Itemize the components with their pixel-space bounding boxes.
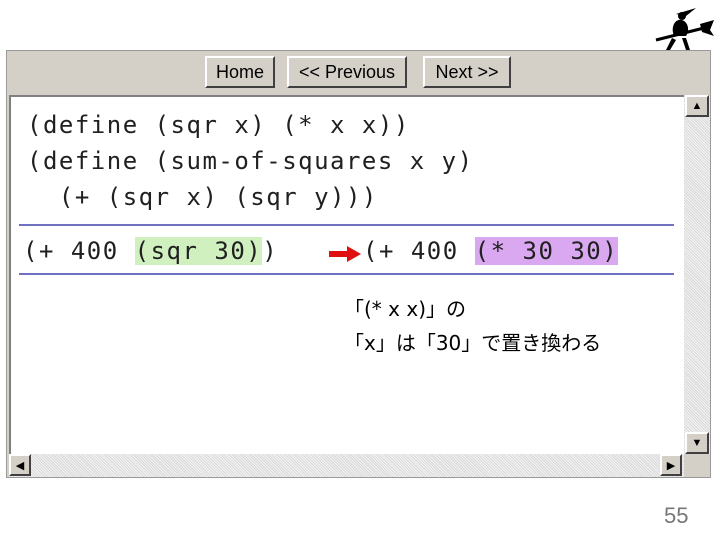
- page-number: 55: [664, 503, 689, 528]
- separator-top: [19, 224, 674, 226]
- eval-after-highlight: (* 30 30): [474, 237, 619, 265]
- scrollbar-corner: [684, 454, 710, 477]
- eval-before: (+ 400 (sqr 30)): [23, 237, 278, 265]
- code-line-3: (+ (sqr x) (sqr y))): [27, 183, 378, 211]
- eval-after: (+ 400 (* 30 30): [363, 237, 619, 265]
- previous-button[interactable]: << Previous: [287, 56, 407, 88]
- vertical-scrollbar[interactable]: ▲ ▼: [684, 95, 710, 454]
- scroll-down-icon[interactable]: ▼: [685, 432, 709, 454]
- next-button[interactable]: Next >>: [423, 56, 511, 88]
- scroll-right-icon[interactable]: ▶: [660, 454, 682, 476]
- note-line-2: 「x」は「30」で置き換わる: [344, 331, 602, 355]
- right-arrow-icon: [329, 246, 361, 262]
- code-line-1: (define (sqr x) (* x x)): [27, 111, 410, 139]
- horizontal-scrollbar[interactable]: ◀ ▶: [9, 454, 684, 477]
- scroll-left-icon[interactable]: ◀: [9, 454, 31, 476]
- eval-before-highlight: (sqr 30): [134, 237, 263, 265]
- code-line-2: (define (sum-of-squares x y): [27, 147, 474, 175]
- eval-after-prefix: (+ 400: [363, 237, 475, 265]
- toolbar: Home << Previous Next >>: [7, 51, 710, 95]
- eval-before-suffix: ): [262, 237, 279, 265]
- browser-window: Home << Previous Next >> (define (sqr x)…: [6, 50, 711, 478]
- separator-bottom: [19, 273, 674, 275]
- eval-before-prefix: (+ 400: [23, 237, 135, 265]
- note-line-1: 「(* x x)」の: [344, 297, 466, 321]
- witch-logo-icon: [655, 8, 714, 50]
- scroll-up-icon[interactable]: ▲: [685, 95, 709, 117]
- code-panel: (define (sqr x) (* x x)) (define (sum-of…: [9, 95, 684, 454]
- home-button[interactable]: Home: [205, 56, 275, 88]
